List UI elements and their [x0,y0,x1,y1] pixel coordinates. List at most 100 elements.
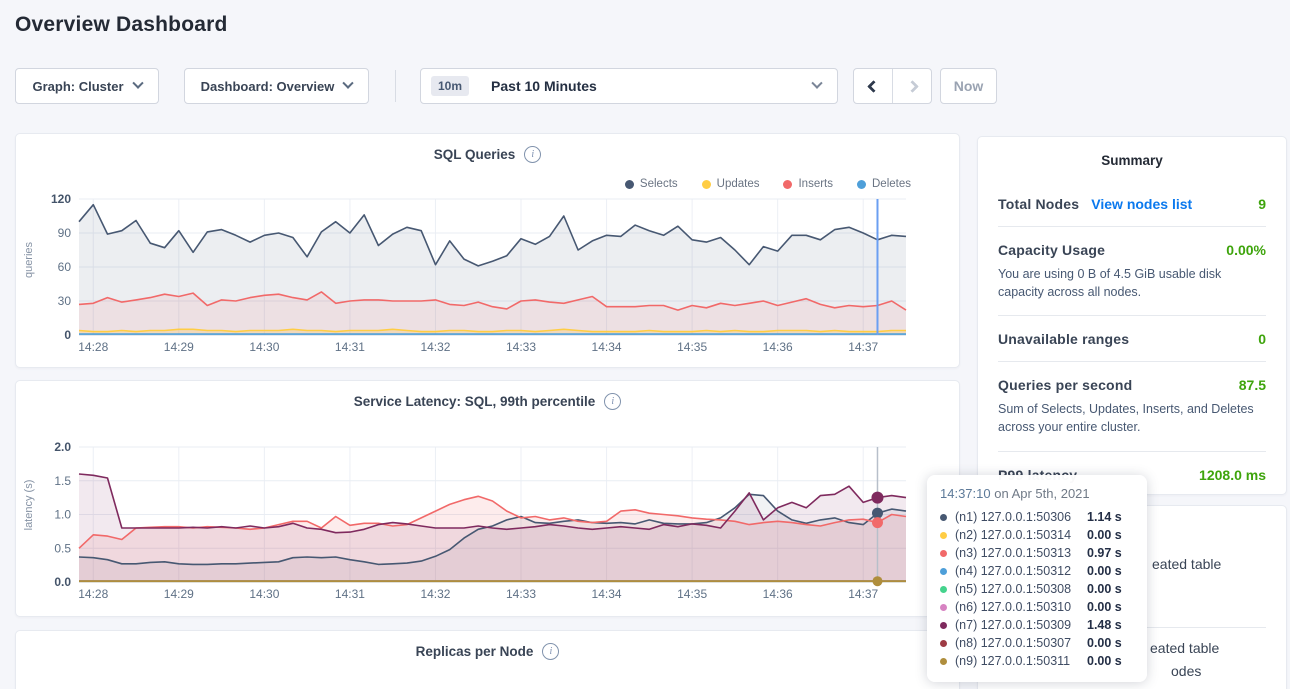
x-tick-label: 14:32 [420,587,450,601]
series-dot-icon [940,568,947,575]
x-tick-label: 14:36 [763,340,793,354]
chart-tooltip: 14:37:10 on Apr 5th, 2021 (n1) 127.0.0.1… [927,475,1147,682]
summary-title: Summary [998,153,1266,168]
time-nav-group [853,68,932,104]
chart-canvas: 0.00.51.01.52.014:2814:2914:3014:3114:32… [16,381,961,618]
time-next-button[interactable] [893,69,931,103]
summary-value: 0.00% [1226,242,1266,258]
summary-panel: Summary Total Nodes View nodes list 9 Ca… [977,136,1287,495]
series-dot-icon [940,550,947,557]
chevron-down-icon [343,78,354,89]
summary-label: Unavailable ranges [998,331,1129,347]
tooltip-value: 0.00 s [1087,528,1122,542]
event-item-fragment[interactable]: odes [1171,663,1201,679]
chevron-down-icon [811,78,822,89]
summary-row-unavailable-ranges: Unavailable ranges 0 [998,331,1266,347]
x-tick-label: 14:35 [677,587,707,601]
x-tick-label: 14:30 [249,340,279,354]
x-tick-label: 14:37 [848,587,878,601]
summary-row-qps: Queries per second 87.5 [998,377,1266,393]
tooltip-row: (n2) 127.0.0.1:503140.00 s [940,526,1134,544]
divider [998,451,1266,452]
dashboard-dropdown[interactable]: Dashboard: Overview [184,68,369,104]
time-range-label: Past 10 Minutes [491,78,813,94]
summary-label: Total Nodes [998,196,1079,212]
x-tick-label: 14:31 [335,340,365,354]
chevron-right-icon [906,80,919,93]
y-tick-label: 0.0 [54,575,71,589]
x-tick-label: 14:35 [677,340,707,354]
y-tick-label: 0.5 [54,541,71,555]
chart-canvas: 030609012014:2814:2914:3014:3114:3214:33… [16,134,961,369]
page-title: Overview Dashboard [15,13,228,37]
graph-dropdown-label: Graph: Cluster [32,79,123,94]
tooltip-node-address: (n4) 127.0.0.1:50312 [955,564,1087,578]
series-dot-icon [940,622,947,629]
series-areas [79,205,906,335]
event-item-fragment[interactable]: eated table [1150,640,1219,656]
x-tick-label: 14:29 [164,340,194,354]
tooltip-node-address: (n5) 127.0.0.1:50308 [955,582,1087,596]
tooltip-value: 0.00 s [1087,636,1122,650]
divider [998,226,1266,227]
chevron-left-icon [867,80,880,93]
divider [998,315,1266,316]
tooltip-time: 14:37:10 [940,486,991,501]
sql-queries-plot[interactable]: 030609012014:2814:2914:3014:3114:3214:33… [16,134,959,367]
summary-row-capacity: Capacity Usage 0.00% [998,242,1266,258]
chevron-down-icon [132,78,143,89]
summary-row-total-nodes: Total Nodes View nodes list 9 [998,196,1266,212]
x-tick-label: 14:29 [164,587,194,601]
y-tick-label: 60 [58,260,72,274]
y-tick-label: 2.0 [54,440,71,454]
tooltip-row: (n4) 127.0.0.1:503120.00 s [940,562,1134,580]
tooltip-value: 1.14 s [1087,510,1122,524]
time-range-badge: 10m [431,76,469,96]
tooltip-value: 0.97 s [1087,546,1122,560]
sql-queries-card: SQL Queries i SelectsUpdatesInsertsDelet… [15,133,960,368]
tooltip-rows: (n1) 127.0.0.1:503061.14 s(n2) 127.0.0.1… [940,508,1134,670]
graph-dropdown[interactable]: Graph: Cluster [15,68,159,104]
series-dot-icon [940,532,947,539]
event-item-fragment[interactable]: eated table [1152,556,1221,572]
tooltip-row: (n9) 127.0.0.1:503110.00 s [940,652,1134,670]
summary-description: You are using 0 B of 4.5 GiB usable disk… [998,265,1266,301]
tooltip-row: (n7) 127.0.0.1:503091.48 s [940,616,1134,634]
y-tick-label: 0 [64,328,71,342]
view-nodes-list-link[interactable]: View nodes list [1091,196,1192,212]
tooltip-date: on Apr 5th, 2021 [994,486,1089,501]
info-icon[interactable]: i [542,643,559,660]
replicas-per-node-card: Replicas per Node i [15,630,960,689]
series-dot-icon [940,604,947,611]
tooltip-value: 0.00 s [1087,654,1122,668]
hover-dot-n9 [872,576,882,586]
y-tick-label: 120 [51,192,71,206]
x-tick-label: 14:33 [506,587,536,601]
summary-value: 9 [1258,196,1266,212]
x-tick-label: 14:30 [249,587,279,601]
tooltip-value: 0.00 s [1087,600,1122,614]
tooltip-value: 1.48 s [1087,618,1122,632]
x-tick-label: 14:31 [335,587,365,601]
time-range-picker[interactable]: 10m Past 10 Minutes [420,68,838,104]
y-tick-label: 90 [58,226,72,240]
tooltip-row: (n6) 127.0.0.1:503100.00 s [940,598,1134,616]
tooltip-row: (n8) 127.0.0.1:503070.00 s [940,634,1134,652]
tooltip-row: (n3) 127.0.0.1:503130.97 s [940,544,1134,562]
hover-dot-n7 [871,492,883,504]
service-latency-plot[interactable]: 0.00.51.01.52.014:2814:2914:3014:3114:32… [16,381,959,616]
x-tick-label: 14:28 [78,587,108,601]
tooltip-node-address: (n9) 127.0.0.1:50311 [955,654,1087,668]
time-prev-button[interactable] [854,69,893,103]
x-tick-label: 14:33 [506,340,536,354]
tooltip-value: 0.00 s [1087,582,1122,596]
now-button[interactable]: Now [940,68,997,104]
x-tick-label: 14:36 [763,587,793,601]
divider [998,361,1266,362]
x-tick-label: 14:32 [420,340,450,354]
tooltip-node-address: (n3) 127.0.0.1:50313 [955,546,1087,560]
x-tick-label: 14:34 [592,340,622,354]
y-tick-label: 30 [58,294,72,308]
tooltip-row: (n1) 127.0.0.1:503061.14 s [940,508,1134,526]
y-tick-label: 1.5 [54,474,71,488]
